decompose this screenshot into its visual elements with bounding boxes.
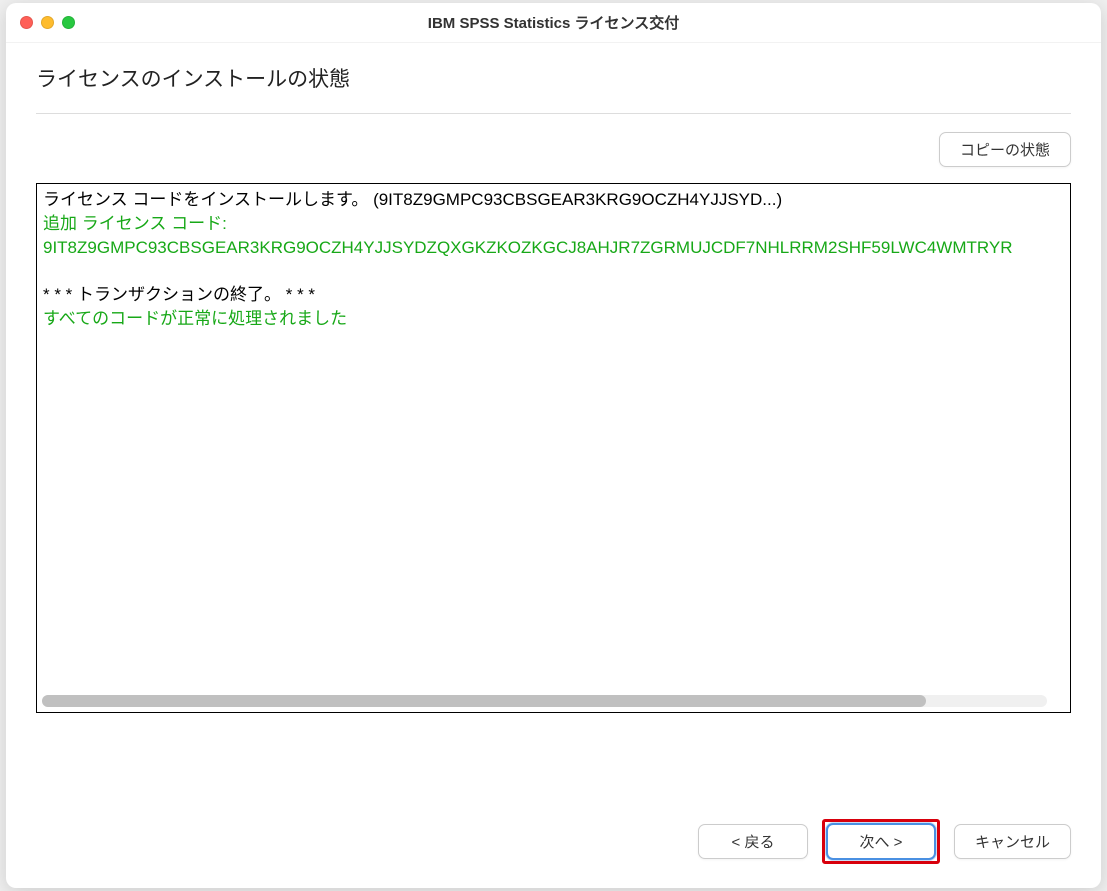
next-button[interactable]: 次へ >	[826, 823, 936, 860]
copy-button-row: コピーの状態	[36, 132, 1071, 167]
log-line-install: ライセンス コードをインストールします。 (9IT8Z9GMPC93CBSGEA…	[43, 188, 1064, 212]
log-line-addcode-label: 追加 ライセンス コード:	[43, 212, 1064, 236]
titlebar: IBM SPSS Statistics ライセンス交付	[6, 3, 1101, 43]
license-wizard-window: IBM SPSS Statistics ライセンス交付 ライセンスのインストール…	[6, 3, 1101, 888]
divider	[36, 113, 1071, 114]
log-content: ライセンス コードをインストールします。 (9IT8Z9GMPC93CBSGEA…	[43, 188, 1064, 351]
content-area: ライセンスのインストールの状態 コピーの状態 ライセンス コードをインストールし…	[6, 43, 1101, 799]
next-button-highlight: 次へ >	[822, 819, 940, 864]
minimize-icon[interactable]	[41, 16, 54, 29]
horizontal-scrollbar[interactable]	[42, 695, 1047, 707]
log-line-license-code: 9IT8Z9GMPC93CBSGEAR3KRG9OCZH4YJJSYDZQXGK…	[43, 236, 1064, 260]
log-line-transaction-end: * * * トランザクションの終了。 * * *	[43, 283, 1064, 307]
copy-status-button[interactable]: コピーの状態	[939, 132, 1071, 167]
maximize-icon[interactable]	[62, 16, 75, 29]
cancel-button[interactable]: キャンセル	[954, 824, 1071, 859]
window-controls	[20, 16, 75, 29]
log-line-success: すべてのコードが正常に処理されました	[43, 307, 1064, 331]
scrollbar-thumb[interactable]	[42, 695, 926, 707]
license-log-box[interactable]: ライセンス コードをインストールします。 (9IT8Z9GMPC93CBSGEA…	[36, 183, 1071, 713]
back-button[interactable]: < 戻る	[698, 824, 808, 859]
window-title: IBM SPSS Statistics ライセンス交付	[22, 12, 1085, 33]
log-line-blank	[43, 259, 1064, 283]
page-heading: ライセンスのインストールの状態	[36, 63, 1071, 93]
close-icon[interactable]	[20, 16, 33, 29]
wizard-footer: < 戻る 次へ > キャンセル	[6, 799, 1101, 888]
